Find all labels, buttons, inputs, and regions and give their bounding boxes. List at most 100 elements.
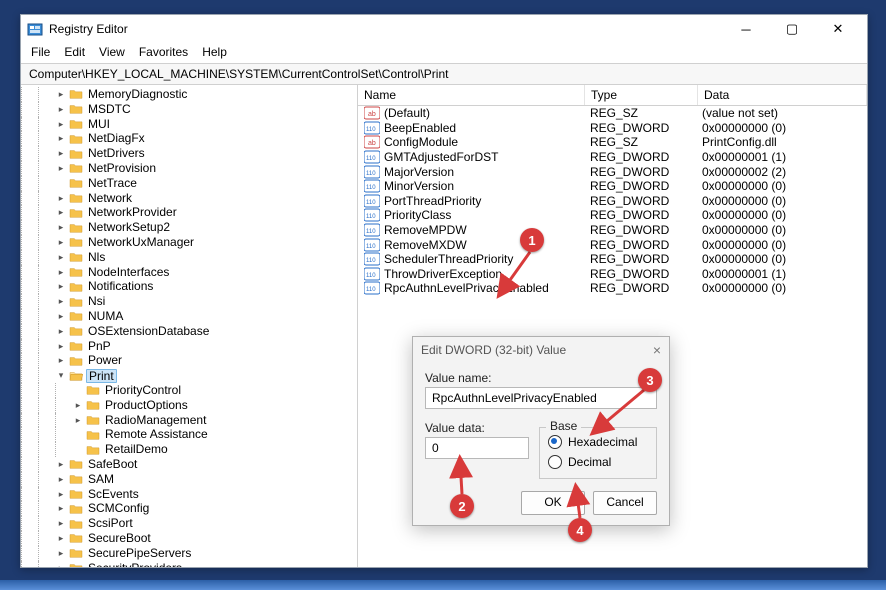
tree-item[interactable]: PriorityControl: [21, 383, 357, 398]
chevron-right-icon[interactable]: ▸: [55, 457, 67, 472]
tree-item[interactable]: ▸ProductOptions: [21, 398, 357, 413]
tree-item[interactable]: ▸PnP: [21, 339, 357, 354]
list-row[interactable]: (Default)REG_SZ(value not set): [358, 106, 867, 121]
chevron-right-icon[interactable]: ▸: [55, 472, 67, 487]
tree-item[interactable]: NetTrace: [21, 176, 357, 191]
tree-item[interactable]: ▸SecurityProviders: [21, 561, 357, 568]
tree-item[interactable]: ▸NetworkSetup2: [21, 220, 357, 235]
tree-item[interactable]: ▸SecureBoot: [21, 531, 357, 546]
tree-item[interactable]: ▸Nsi: [21, 294, 357, 309]
cancel-button[interactable]: Cancel: [593, 491, 657, 515]
tree-item[interactable]: ▸RadioManagement: [21, 413, 357, 428]
list-row[interactable]: RemoveMXDWREG_DWORD0x00000000 (0): [358, 237, 867, 252]
list-row[interactable]: ThrowDriverExceptionREG_DWORD0x00000001 …: [358, 267, 867, 282]
chevron-right-icon[interactable]: ▸: [55, 250, 67, 265]
menu-favorites[interactable]: Favorites: [139, 45, 188, 59]
column-data[interactable]: Data: [698, 85, 867, 105]
tree-item[interactable]: ▸SAM: [21, 472, 357, 487]
close-button[interactable]: ✕: [815, 15, 861, 43]
list-row[interactable]: RemoveMPDWREG_DWORD0x00000000 (0): [358, 223, 867, 238]
chevron-right-icon[interactable]: ▸: [55, 87, 67, 102]
chevron-right-icon[interactable]: ▸: [55, 561, 67, 568]
tree-item[interactable]: ▸Notifications: [21, 279, 357, 294]
chevron-right-icon[interactable]: ▸: [55, 546, 67, 561]
tree-item[interactable]: ▸ MUI: [21, 117, 357, 132]
chevron-right-icon[interactable]: ▸: [55, 324, 67, 339]
menu-file[interactable]: File: [31, 45, 50, 59]
tree-item[interactable]: ▸SCMConfig: [21, 501, 357, 516]
radio-hexadecimal[interactable]: Hexadecimal: [548, 432, 648, 452]
tree-item[interactable]: RetailDemo: [21, 442, 357, 457]
list-row[interactable]: RpcAuthnLevelPrivacyEnabledREG_DWORD0x00…: [358, 281, 867, 296]
chevron-right-icon[interactable]: ▸: [55, 117, 67, 132]
list-row[interactable]: GMTAdjustedForDSTREG_DWORD0x00000001 (1): [358, 150, 867, 165]
minimize-button[interactable]: ─: [723, 15, 769, 43]
chevron-right-icon[interactable]: ▸: [55, 131, 67, 146]
list-row[interactable]: MajorVersionREG_DWORD0x00000002 (2): [358, 164, 867, 179]
tree-item[interactable]: Remote Assistance: [21, 427, 357, 442]
tree-item[interactable]: ▸NetworkUxManager: [21, 235, 357, 250]
chevron-right-icon[interactable]: ▸: [55, 294, 67, 309]
chevron-right-icon[interactable]: ▸: [55, 516, 67, 531]
list-row[interactable]: MinorVersionREG_DWORD0x00000000 (0): [358, 179, 867, 194]
value-data: (value not set): [696, 106, 867, 120]
chevron-right-icon[interactable]: ▸: [55, 161, 67, 176]
chevron-right-icon[interactable]: ▸: [55, 235, 67, 250]
tree-item[interactable]: ▸SecurePipeServers: [21, 546, 357, 561]
menu-help[interactable]: Help: [202, 45, 227, 59]
tree-item[interactable]: ▸NUMA: [21, 309, 357, 324]
chevron-right-icon[interactable]: ▸: [72, 398, 84, 413]
tree-item[interactable]: ▸Power: [21, 353, 357, 368]
ok-button[interactable]: OK: [521, 491, 585, 515]
tree-item[interactable]: ▸NetProvision: [21, 161, 357, 176]
tree-item[interactable]: ▸ScEvents: [21, 487, 357, 502]
tree-item[interactable]: ▸MSDTC: [21, 102, 357, 117]
tree-item[interactable]: ▸NetDiagFx: [21, 131, 357, 146]
chevron-right-icon[interactable]: ▸: [55, 487, 67, 502]
chevron-right-icon[interactable]: ▸: [55, 265, 67, 280]
column-name[interactable]: Name: [358, 85, 585, 105]
chevron-right-icon[interactable]: ▸: [55, 102, 67, 117]
list-header[interactable]: Name Type Data: [358, 85, 867, 106]
chevron-right-icon[interactable]: ▸: [72, 413, 84, 428]
value-data-field[interactable]: 0: [425, 437, 529, 459]
chevron-right-icon[interactable]: ▸: [55, 279, 67, 294]
tree-item[interactable]: ▸Nls: [21, 250, 357, 265]
tree-item-label: MUI: [86, 117, 112, 132]
chevron-right-icon[interactable]: ▸: [55, 220, 67, 235]
tree-item[interactable]: ▸MemoryDiagnostic: [21, 87, 357, 102]
chevron-right-icon[interactable]: ▸: [55, 531, 67, 546]
chevron-down-icon[interactable]: ▾: [55, 368, 67, 383]
tree-item[interactable]: ▾Print: [21, 368, 357, 383]
chevron-right-icon[interactable]: ▸: [55, 353, 67, 368]
chevron-right-icon[interactable]: ▸: [55, 339, 67, 354]
list-row[interactable]: SchedulerThreadPriorityREG_DWORD0x000000…: [358, 252, 867, 267]
list-row[interactable]: PortThreadPriorityREG_DWORD0x00000000 (0…: [358, 194, 867, 209]
chevron-right-icon[interactable]: ▸: [55, 191, 67, 206]
tree-item[interactable]: ▸ SafeBoot: [21, 457, 357, 472]
tree-item[interactable]: ▸OSExtensionDatabase: [21, 324, 357, 339]
list-row[interactable]: ConfigModuleREG_SZPrintConfig.dll: [358, 135, 867, 150]
menu-edit[interactable]: Edit: [64, 45, 85, 59]
radio-decimal[interactable]: Decimal: [548, 452, 648, 472]
value-type: REG_DWORD: [584, 121, 696, 135]
menu-view[interactable]: View: [99, 45, 125, 59]
chevron-right-icon[interactable]: ▸: [55, 146, 67, 161]
tree-item[interactable]: ▸NetDrivers: [21, 146, 357, 161]
address-bar[interactable]: Computer\HKEY_LOCAL_MACHINE\SYSTEM\Curre…: [21, 64, 867, 85]
list-row[interactable]: PriorityClassREG_DWORD0x00000000 (0): [358, 208, 867, 223]
chevron-right-icon[interactable]: ▸: [55, 501, 67, 516]
chevron-right-icon[interactable]: ▸: [55, 205, 67, 220]
column-type[interactable]: Type: [585, 85, 698, 105]
tree-item[interactable]: ▸NetworkProvider: [21, 205, 357, 220]
tree-item[interactable]: ▸Network: [21, 191, 357, 206]
dialog-close-icon[interactable]: ×: [653, 342, 661, 358]
chevron-right-icon[interactable]: ▸: [55, 309, 67, 324]
tree-item[interactable]: ▸ScsiPort: [21, 516, 357, 531]
maximize-button[interactable]: ▢: [769, 15, 815, 43]
tree-item[interactable]: ▸NodeInterfaces: [21, 265, 357, 280]
registry-tree[interactable]: ▸MemoryDiagnostic▸MSDTC▸MUI▸NetDiagFx▸Ne…: [21, 85, 358, 567]
tree-item-label: SafeBoot: [86, 457, 139, 472]
list-row[interactable]: BeepEnabledREG_DWORD0x00000000 (0): [358, 121, 867, 136]
value-name-field[interactable]: RpcAuthnLevelPrivacyEnabled: [425, 387, 657, 409]
